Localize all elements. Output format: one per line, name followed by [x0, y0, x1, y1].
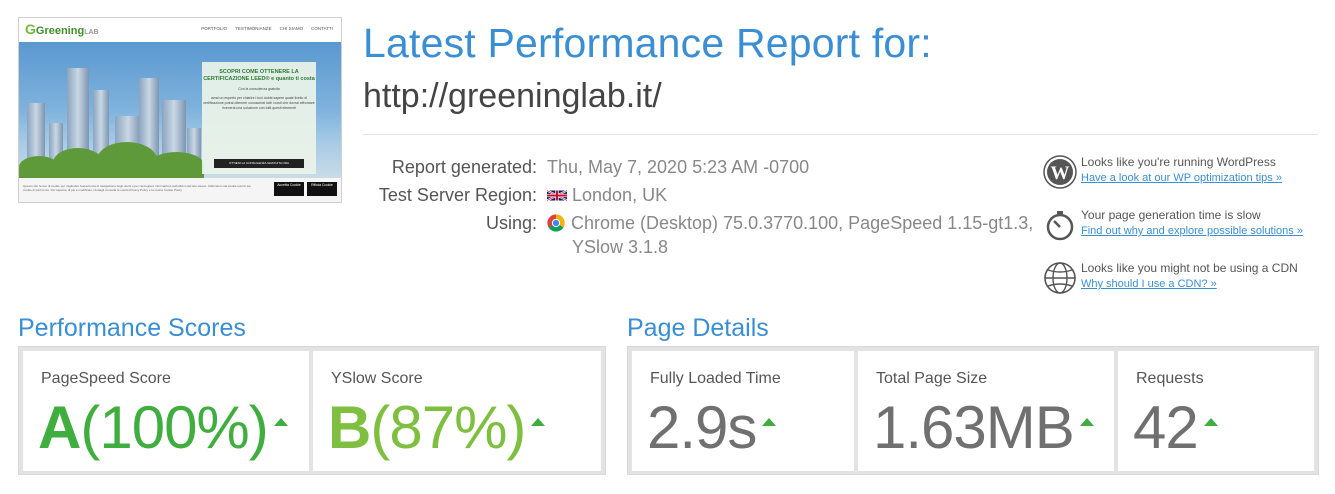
thumbnail-hero: SCOPRI COME OTTENERE LA CERTIFICAZIONE L… [19, 42, 341, 178]
details-panel: Fully Loaded Time 2.9s Total Page Size 1… [627, 346, 1319, 475]
fully-loaded-label: Fully Loaded Time [650, 370, 781, 387]
performance-scores-title: Performance Scores [18, 314, 246, 342]
yslow-card[interactable]: YSlow Score B(87%) [313, 351, 601, 471]
requests-value: 42 [1133, 393, 1218, 462]
globe-icon [1044, 262, 1076, 294]
up-arrow-icon [762, 418, 777, 426]
divider [363, 134, 1318, 135]
page-size-label: Total Page Size [876, 370, 988, 387]
pagespeed-score: A(100%) [38, 393, 288, 462]
performance-panel: PageSpeed Score A(100%) YSlow Score B(87… [18, 346, 606, 475]
yslow-percent: (87%) [370, 394, 526, 461]
yslow-score: B(87%) [328, 393, 546, 462]
thumbnail-logo: GGreeningLAB [25, 21, 99, 37]
using-value-cont: YSlow 3.1.8 [572, 237, 669, 257]
wordpress-icon: W [1043, 155, 1077, 189]
requests-card[interactable]: Requests 42 [1118, 351, 1314, 471]
fully-loaded-card[interactable]: Fully Loaded Time 2.9s [632, 351, 854, 471]
thumbnail-cta-box: SCOPRI COME OTTENERE LA CERTIFICAZIONE L… [202, 62, 316, 174]
page-size-card[interactable]: Total Page Size 1.63MB [858, 351, 1114, 471]
report-generated-label: Report generated: [391, 157, 537, 177]
chrome-icon [547, 214, 565, 232]
pagespeed-label: PageSpeed Score [41, 370, 171, 387]
thumbnail-nav: GGreeningLAB PORTFOLIO TESTIMONIANZE CHI S… [19, 18, 341, 43]
using-label: Using: [485, 213, 537, 233]
svg-text:W: W [1051, 163, 1070, 184]
page-title: Latest Performance Report for: [363, 20, 932, 66]
region-value: London, UK [547, 185, 667, 206]
up-arrow-icon [273, 418, 288, 426]
up-arrow-icon [1079, 418, 1094, 426]
requests-label: Requests [1136, 370, 1204, 387]
yslow-label: YSlow Score [331, 370, 423, 387]
fully-loaded-value: 2.9s [647, 393, 777, 462]
thumbnail-menu: PORTFOLIO TESTIMONIANZE CHI SIAMO CONTATTI [201, 26, 333, 31]
yslow-grade: B [328, 394, 371, 461]
uk-flag-icon [547, 189, 567, 202]
report-url: http://greeninglab.it/ [363, 77, 662, 115]
report-generated-value: Thu, May 7, 2020 5:23 AM -0700 [547, 157, 810, 177]
site-thumbnail[interactable]: GGreeningLAB PORTFOLIO TESTIMONIANZE CHI S… [18, 17, 342, 203]
cdn-link[interactable]: Why should I use a CDN? » [1081, 278, 1217, 290]
region-label: Test Server Region: [378, 185, 537, 205]
stopwatch-icon [1046, 211, 1074, 241]
pagespeed-percent: (100%) [80, 394, 268, 461]
up-arrow-icon [1203, 418, 1218, 426]
using-value: Chrome (Desktop) 75.0.3770.100, PageSpee… [547, 213, 1033, 234]
wp-tips-link[interactable]: Have a look at our WP optimization tips … [1081, 172, 1282, 184]
generation-time-link[interactable]: Find out why and explore possible soluti… [1081, 225, 1303, 237]
page-size-value: 1.63MB [873, 393, 1094, 462]
pagespeed-grade: A [38, 394, 81, 461]
up-arrow-icon [531, 418, 546, 426]
page-details-title: Page Details [627, 314, 769, 342]
pagespeed-card[interactable]: PageSpeed Score A(100%) [23, 351, 309, 471]
thumbnail-cookie-bar: Questo sito fa uso di cookie per miglior… [19, 178, 341, 202]
